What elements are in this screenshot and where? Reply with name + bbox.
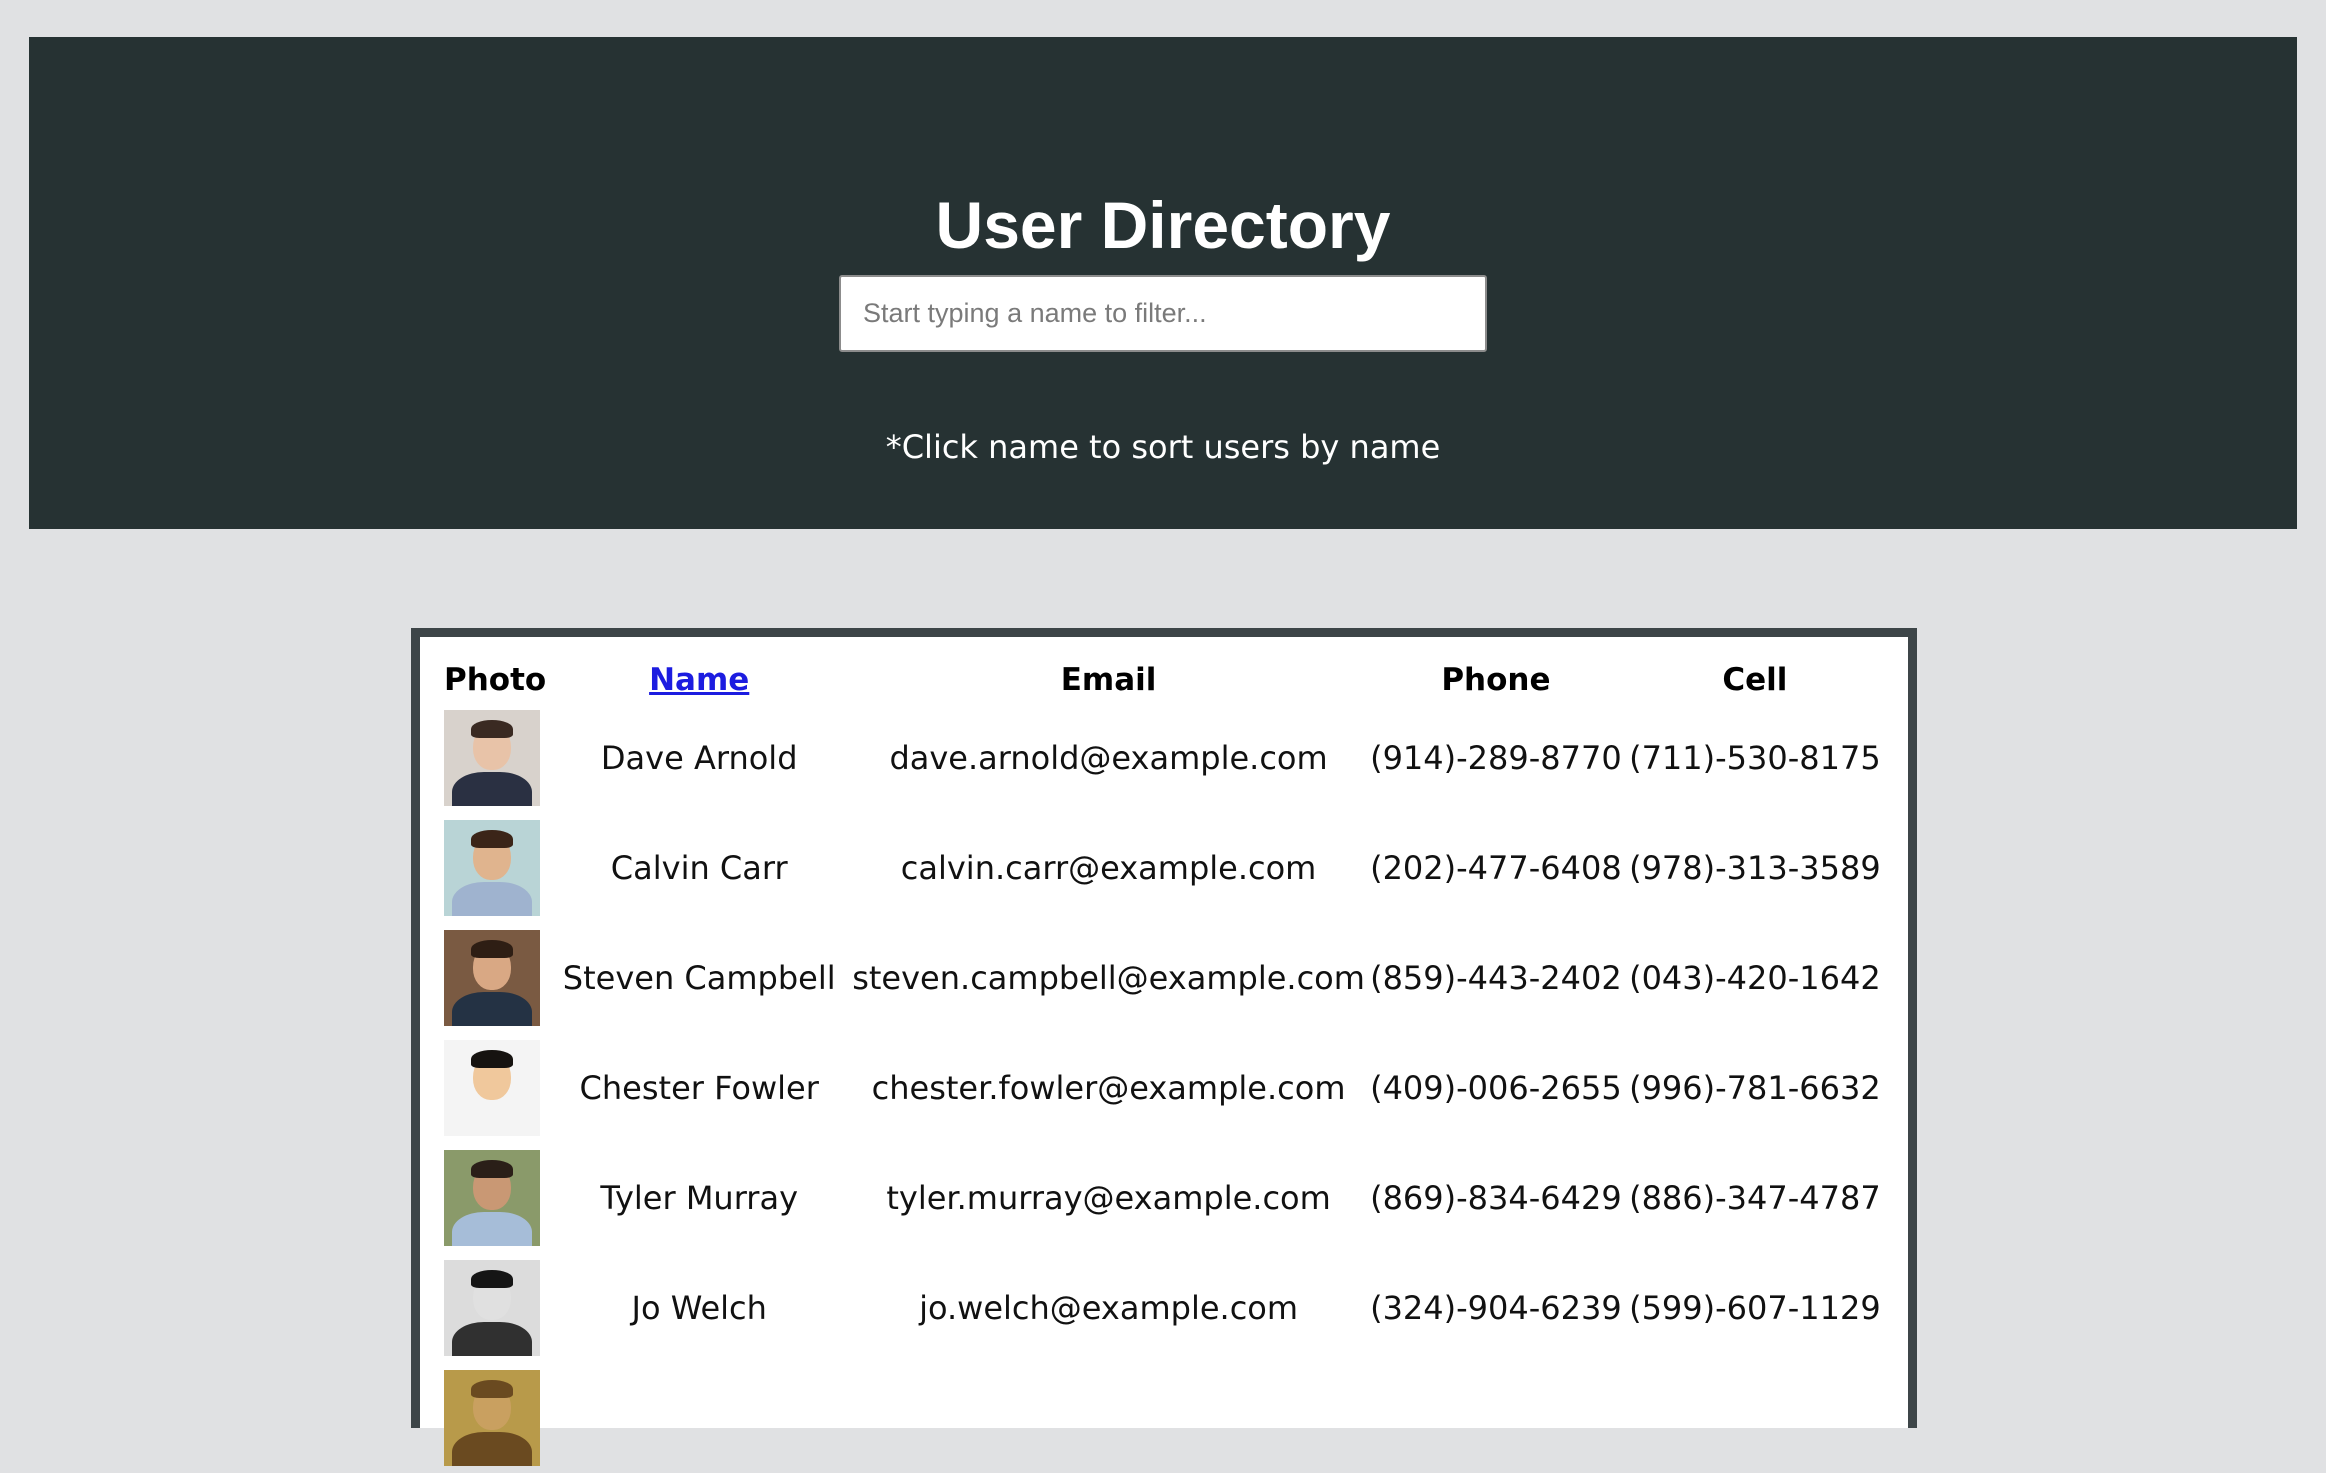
user-cell: (886)-347-4787 <box>1629 1179 1881 1217</box>
table-header-row: Photo Name Email Phone Cell <box>444 657 1883 703</box>
user-avatar <box>444 1370 540 1466</box>
photo-cell <box>444 1253 546 1363</box>
user-email: chester.fowler@example.com <box>871 1069 1346 1107</box>
user-phone: (202)-477-6408 <box>1370 849 1622 887</box>
user-name: Steven Campbell <box>562 959 836 997</box>
photo-cell <box>444 813 546 923</box>
column-header-phone: Phone <box>1441 662 1551 698</box>
column-header-email: Email <box>1060 662 1157 698</box>
column-header-name-sort-link[interactable]: Name <box>546 657 852 703</box>
table-row: Tyler Murray tyler.murray@example.com (869… <box>444 1143 1883 1253</box>
photo-cell <box>444 1143 546 1253</box>
column-header-photo: Photo <box>444 662 547 698</box>
user-email: tyler.murray@example.com <box>886 1179 1331 1217</box>
user-avatar <box>444 1040 540 1136</box>
user-phone: (409)-006-2655 <box>1370 1069 1622 1107</box>
user-email: jo.welch@example.com <box>919 1289 1299 1327</box>
user-name: Tyler Murray <box>600 1179 798 1217</box>
user-name: Dave Arnold <box>600 739 798 777</box>
user-avatar <box>444 1260 540 1356</box>
user-email: dave.arnold@example.com <box>889 739 1328 777</box>
table-row: Jo Welch jo.welch@example.com (324)-904-62… <box>444 1253 1883 1363</box>
table-row: Calvin Carr calvin.carr@example.com (202)-… <box>444 813 1883 923</box>
table-row: Steven Campbell steven.campbell@example.c… <box>444 923 1883 1033</box>
user-phone: (914)-289-8770 <box>1370 739 1622 777</box>
table-body: Dave Arnold dave.arnold@example.com (914)-… <box>444 703 1883 1473</box>
user-name: Jo Welch <box>631 1289 767 1327</box>
user-avatar <box>444 930 540 1026</box>
user-email: calvin.carr@example.com <box>900 849 1317 887</box>
user-table: Photo Name Email Phone Cell Dave Arnold d… <box>444 657 1883 1473</box>
photo-cell <box>444 1033 546 1143</box>
user-cell: (599)-607-1129 <box>1629 1289 1881 1327</box>
user-name: Chester Fowler <box>579 1069 819 1107</box>
page-title: User Directory <box>935 188 1391 262</box>
table-row: Dave Arnold dave.arnold@example.com (914)-… <box>444 703 1883 813</box>
user-name: Calvin Carr <box>610 849 788 887</box>
user-phone: (869)-834-6429 <box>1370 1179 1622 1217</box>
user-cell: (043)-420-1642 <box>1629 959 1881 997</box>
photo-cell <box>444 703 546 813</box>
user-phone: (859)-443-2402 <box>1370 959 1622 997</box>
user-avatar <box>444 820 540 916</box>
user-table-container: Photo Name Email Phone Cell Dave Arnold d… <box>411 628 1917 1466</box>
user-phone: (324)-904-6239 <box>1370 1289 1622 1327</box>
name-filter-input[interactable] <box>839 275 1487 352</box>
user-avatar <box>444 1150 540 1246</box>
user-cell: (996)-781-6632 <box>1629 1069 1881 1107</box>
user-cell: (978)-313-3589 <box>1629 849 1881 887</box>
header-banner: User Directory *Click name to sort users… <box>29 37 2297 529</box>
sort-hint: *Click name to sort users by name <box>885 428 1441 466</box>
user-email: steven.campbell@example.com <box>852 959 1365 997</box>
photo-cell <box>444 923 546 1033</box>
user-cell: (711)-530-8175 <box>1629 739 1881 777</box>
column-header-cell: Cell <box>1722 662 1788 698</box>
table-row: Chester Fowler chester.fowler@example.com… <box>444 1033 1883 1143</box>
user-avatar <box>444 710 540 806</box>
